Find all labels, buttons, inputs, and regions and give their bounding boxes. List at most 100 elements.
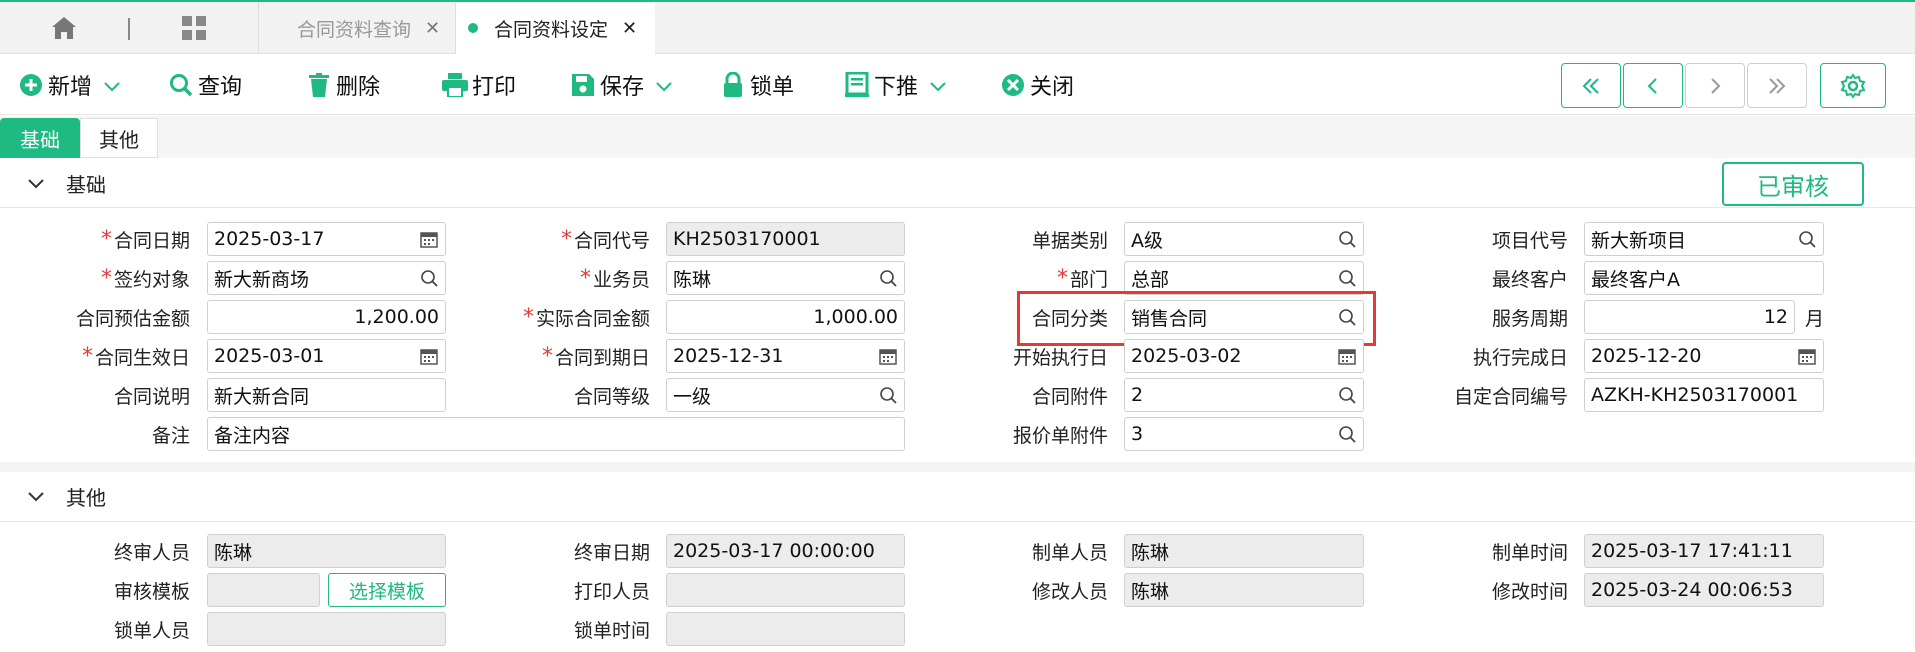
expire-date-field[interactable]: 2025-12-31	[666, 339, 905, 373]
salesman-field[interactable]: 陈琳	[666, 261, 905, 295]
department-field[interactable]: 总部	[1124, 261, 1364, 295]
section-divider	[0, 462, 1915, 472]
first-record-button[interactable]	[1561, 63, 1621, 108]
section-header-other[interactable]: 其他	[0, 472, 1915, 522]
final-reviewer-field: 陈琳	[207, 534, 446, 568]
lock-icon	[720, 72, 746, 98]
search-icon[interactable]	[1337, 385, 1357, 405]
next-record-button[interactable]	[1685, 63, 1745, 108]
home-icon[interactable]	[44, 2, 84, 54]
chevron-down-icon[interactable]	[930, 73, 946, 98]
remark-field[interactable]: 备注内容	[207, 417, 905, 451]
review-template-label: 审核模板	[113, 580, 190, 603]
tab-contract-setting[interactable]: 合同资料设定 ✕	[455, 2, 655, 54]
finish-date-field[interactable]: 2025-12-20	[1584, 339, 1824, 373]
custom-code-label: 自定合同编号	[1453, 385, 1568, 408]
attachment-field[interactable]: 2	[1124, 378, 1364, 412]
close-icon[interactable]: ✕	[425, 18, 440, 39]
final-reviewer-label: 终审人员	[113, 541, 190, 564]
tab-separator	[128, 18, 130, 40]
search-icon[interactable]	[878, 268, 898, 288]
form-subtabs: 基础 其他	[0, 116, 1915, 158]
active-dot-icon	[468, 23, 478, 33]
chevron-down-icon[interactable]	[28, 178, 44, 189]
query-button[interactable]: 查询	[168, 55, 242, 115]
effective-date-field[interactable]: 2025-03-01	[207, 339, 446, 373]
lock-button[interactable]: 锁单	[720, 55, 794, 115]
save-button[interactable]: 保存	[570, 55, 672, 115]
chevron-down-icon[interactable]	[104, 73, 120, 98]
contract-code-field: KH2503170001	[666, 222, 905, 256]
gear-icon	[1840, 72, 1866, 99]
actual-amount-label: * 实际合同金额	[522, 304, 650, 330]
locker-label: 锁单人员	[113, 619, 190, 642]
chevron-down-icon[interactable]	[28, 491, 44, 502]
print-label: 打印	[472, 75, 517, 100]
calendar-icon[interactable]	[419, 229, 439, 249]
search-icon[interactable]	[878, 385, 898, 405]
subtab-basic[interactable]: 基础	[0, 118, 80, 158]
search-icon[interactable]	[1337, 424, 1357, 444]
section-title: 其他	[66, 486, 106, 510]
modifier-field: 陈琳	[1124, 573, 1364, 607]
section-header-basic[interactable]: 基础	[0, 160, 1915, 208]
trash-icon	[306, 72, 332, 98]
quote-attachment-field[interactable]: 3	[1124, 417, 1364, 451]
project-code-field[interactable]: 新大新项目	[1584, 222, 1824, 256]
close-button[interactable]: 关闭	[1000, 55, 1074, 115]
add-button[interactable]: 新增	[18, 55, 120, 115]
subtab-other[interactable]: 其他	[80, 118, 158, 158]
salesman-label: * 业务员	[579, 265, 650, 291]
lock-label: 锁单	[750, 75, 795, 100]
search-icon[interactable]	[419, 268, 439, 288]
previous-record-button[interactable]	[1623, 63, 1683, 108]
department-label: * 部门	[1056, 265, 1108, 291]
level-field[interactable]: 一级	[666, 378, 905, 412]
contract-date-field[interactable]: 2025-03-17	[207, 222, 446, 256]
sign-party-field[interactable]: 新大新商场	[207, 261, 446, 295]
quote-attachment-label: 报价单附件	[1012, 424, 1108, 447]
close-label: 关闭	[1030, 75, 1075, 100]
est-amount-field[interactable]: 1,200.00	[207, 300, 446, 334]
chevron-right-icon	[1711, 77, 1721, 94]
category-highlight-box	[1017, 291, 1376, 346]
tab-label: 合同资料设定	[494, 18, 609, 41]
settings-button[interactable]	[1820, 63, 1886, 108]
final-review-date-field: 2025-03-17 00:00:00	[666, 534, 905, 568]
attachment-label: 合同附件	[1031, 385, 1108, 408]
actual-amount-field[interactable]: 1,000.00	[666, 300, 905, 334]
calendar-icon[interactable]	[1797, 346, 1817, 366]
remark-label: 备注	[151, 424, 190, 447]
calendar-icon[interactable]	[1337, 346, 1357, 366]
contract-date-label: * 合同日期	[100, 226, 190, 252]
final-customer-field[interactable]: 最终客户A	[1584, 261, 1824, 295]
tab-bar: 合同资料查询 ✕ 合同资料设定 ✕	[0, 2, 1915, 54]
custom-code-field[interactable]: AZKH-KH2503170001	[1584, 378, 1824, 412]
search-icon[interactable]	[1337, 229, 1357, 249]
chevron-left-icon	[1647, 77, 1657, 94]
close-icon[interactable]: ✕	[622, 18, 637, 39]
start-date-field[interactable]: 2025-03-02	[1124, 339, 1364, 373]
last-record-button[interactable]	[1747, 63, 1807, 108]
description-field[interactable]: 新大新合同	[207, 378, 446, 412]
push-down-button[interactable]: 下推	[844, 55, 946, 115]
tab-contract-query[interactable]: 合同资料查询 ✕	[258, 2, 455, 54]
delete-button[interactable]: 删除	[306, 55, 380, 115]
close-circle-icon	[1000, 72, 1026, 98]
grid-icon[interactable]	[174, 2, 214, 54]
search-icon[interactable]	[1797, 229, 1817, 249]
search-icon[interactable]	[1337, 268, 1357, 288]
modify-time-label: 修改时间	[1491, 580, 1568, 603]
calendar-icon[interactable]	[419, 346, 439, 366]
locker-field	[207, 612, 446, 646]
doc-type-field[interactable]: A级	[1124, 222, 1364, 256]
calendar-icon[interactable]	[878, 346, 898, 366]
chevron-down-icon[interactable]	[656, 73, 672, 98]
select-template-button[interactable]: 选择模板	[328, 573, 446, 607]
print-button[interactable]: 打印	[442, 55, 516, 115]
doc-type-label: 单据类别	[1031, 229, 1108, 252]
service-period-field[interactable]: 12	[1584, 300, 1795, 334]
level-label: 合同等级	[573, 385, 650, 408]
project-code-label: 项目代号	[1491, 229, 1568, 252]
effective-date-label: * 合同生效日	[81, 343, 190, 369]
